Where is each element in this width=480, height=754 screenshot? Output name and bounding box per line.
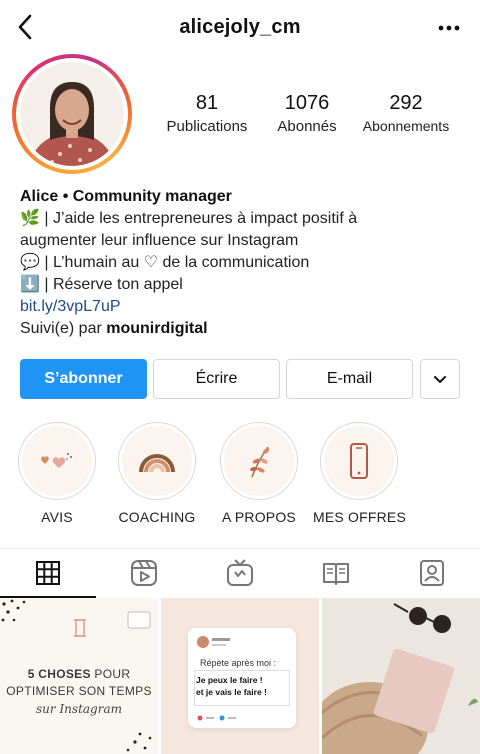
bio-line-3: 💬 | L’humain au ♡ de la communication [20, 254, 310, 271]
avatar [20, 62, 124, 166]
highlight-label: COACHING [118, 509, 196, 525]
leaf-branch-icon [250, 446, 270, 478]
post-photo [322, 598, 480, 754]
igtv-icon [227, 559, 253, 586]
email-button[interactable]: E-mail [286, 359, 413, 399]
quote-line-1: Je peux le faire ! [196, 675, 263, 685]
profile-username: alicejoly_cm [179, 16, 301, 38]
rainbow-icon [139, 454, 175, 473]
phone-icon [350, 443, 368, 479]
more-options-button[interactable] [434, 14, 464, 42]
posts-grid: 5 CHOSES POUR OPTIMISER SON TEMPS sur In… [0, 598, 480, 754]
followed-by-prefix: Suivi(e) par [20, 320, 107, 337]
posts-count[interactable]: 81 Publications [162, 92, 252, 135]
profile-display-name: Alice • Community manager [20, 188, 232, 205]
profile-tabs [0, 548, 480, 598]
tab-igtv[interactable] [192, 549, 288, 597]
post-thumbnail[interactable]: 5 CHOSES POUR OPTIMISER SON TEMPS sur In… [0, 598, 158, 754]
quote-card: Répète après moi : Je peux le faire ! et… [188, 628, 296, 728]
card-avatar [197, 636, 230, 648]
highlight-mes-offres[interactable]: MES OFFRES [313, 422, 406, 525]
top-bar: alicejoly_cm [0, 0, 480, 56]
followers-count-label: Abonnés [277, 118, 337, 135]
profile-bio: Alice • Community manager 🌿 | J’aide les… [20, 186, 470, 340]
suggested-accounts-button[interactable] [420, 359, 460, 399]
post-thumbnail[interactable]: Répète après moi : Je peux le faire ! et… [161, 598, 319, 754]
highlight-coaching[interactable]: COACHING [117, 422, 197, 525]
quote-intro: Répète après moi : [200, 658, 277, 668]
card-footer-icons [197, 715, 236, 721]
posts-count-label: Publications [166, 118, 248, 135]
bio-line-1: 🌿 | J’aide les entrepreneures à impact p… [20, 210, 358, 227]
post-title-rest: POUR [90, 667, 131, 681]
quote-text: Je peux le faire ! et je vais le faire ! [196, 674, 288, 698]
highlight-label: AVIS [41, 509, 73, 525]
followed-by-user: mounirdigital [106, 320, 208, 337]
followers-count-value: 1076 [284, 92, 330, 114]
chevron-down-icon [434, 376, 446, 383]
tab-tagged[interactable] [384, 549, 480, 597]
highlight-avis[interactable]: AVIS [17, 422, 97, 525]
bio-link[interactable]: bit.ly/3vpL7uP [20, 296, 470, 318]
story-ring[interactable] [12, 54, 132, 174]
reels-icon [131, 560, 157, 586]
posts-count-value: 81 [195, 92, 219, 114]
message-button[interactable]: Écrire [153, 359, 280, 399]
post-thumbnail[interactable] [322, 598, 480, 754]
grid-icon [36, 561, 60, 585]
post-title-script: sur Instagram [36, 702, 122, 716]
guides-icon [323, 563, 349, 585]
tab-guides[interactable] [288, 549, 384, 597]
tab-reels[interactable] [96, 549, 192, 597]
tagged-icon [420, 560, 444, 586]
quote-line-2: et je vais le faire ! [196, 687, 267, 697]
profile-stats: 81 Publications 1076 Abonnés 292 Abonnem… [150, 92, 470, 142]
following-count-label: Abonnements [362, 118, 450, 134]
follow-button[interactable]: S’abonner [20, 359, 147, 399]
post-title-bold: 5 CHOSES [27, 667, 91, 681]
highlight-label: MES OFFRES [313, 509, 407, 525]
following-count-value: 292 [389, 92, 423, 114]
bio-line-2: augmenter leur influence sur Instagram [20, 232, 299, 249]
post-caption-title: 5 CHOSES POUR OPTIMISER SON TEMPS [0, 666, 158, 700]
hearts-icon [41, 453, 72, 468]
post-title-line2: OPTIMISER SON TEMPS [6, 684, 152, 698]
highlight-a-propos[interactable]: A PROPOS [219, 422, 299, 525]
more-horizontal-icon [438, 25, 460, 31]
highlight-label: A PROPOS [222, 509, 296, 525]
followers-count[interactable]: 1076 Abonnés [262, 92, 352, 135]
tab-posts[interactable] [0, 549, 96, 598]
followed-by[interactable]: Suivi(e) par mounirdigital [20, 318, 470, 340]
following-count[interactable]: 292 Abonnements [358, 92, 454, 134]
bio-line-4: ⬇️ | Réserve ton appel [20, 276, 183, 293]
